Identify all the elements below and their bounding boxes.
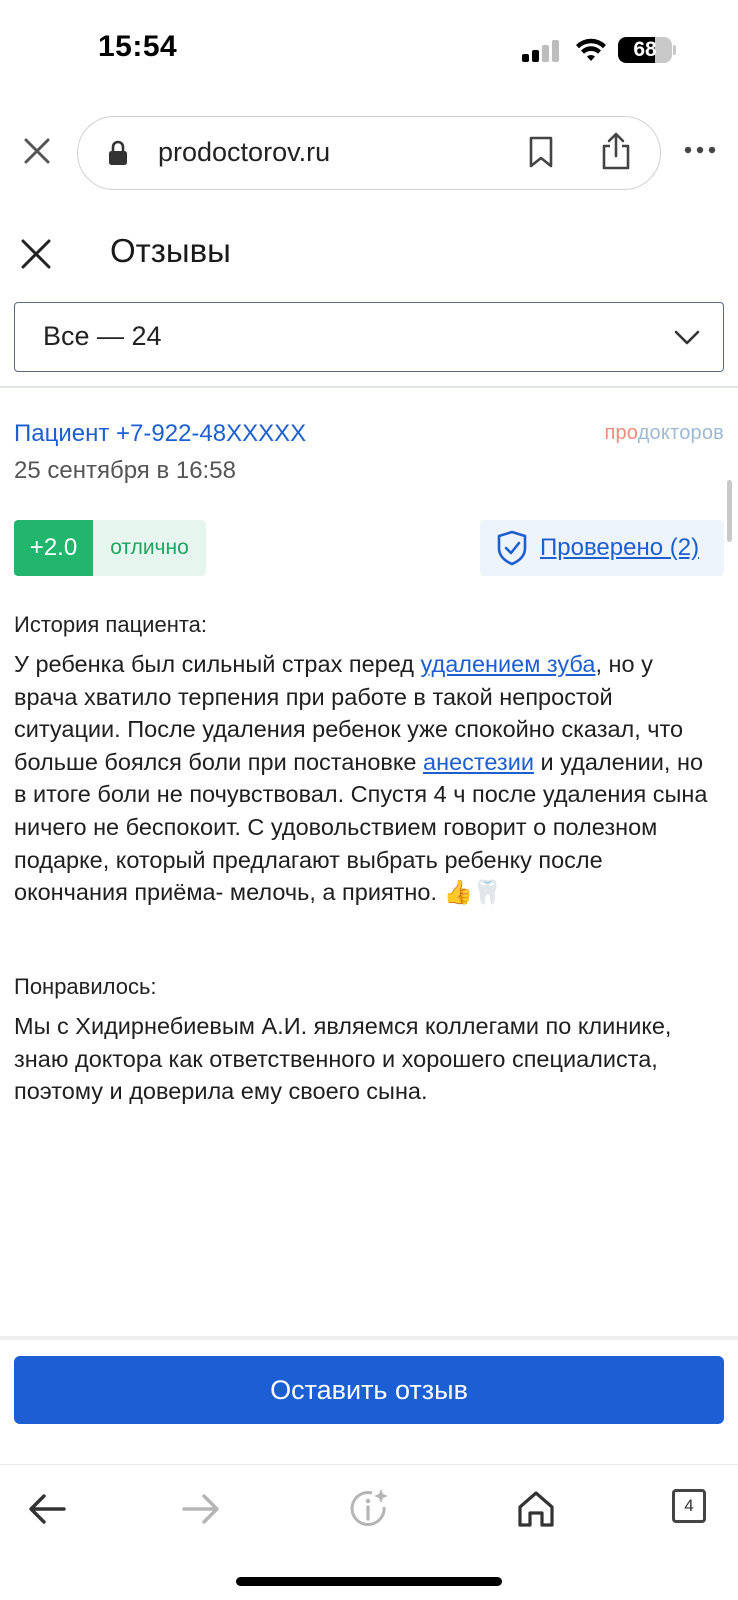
url-text[interactable]: prodoctorov.ru [158,137,330,168]
rating-badge: +2.0 отлично [14,520,206,576]
header-divider [0,386,738,388]
filter-selected-value: Все — 24 [43,321,162,351]
share-icon[interactable] [600,131,632,171]
leave-review-button[interactable]: Оставить отзыв [14,1356,724,1424]
review-date: 25 сентября в 16:58 [14,457,236,484]
more-options-icon[interactable] [683,140,717,160]
verified-badge[interactable]: Проверено (2) [480,520,724,576]
story-text: У ребенка был сильный страх перед удален… [14,651,708,906]
content-fade [0,1336,738,1340]
review-author[interactable]: Пациент +7-922-48XXXXX [14,420,306,448]
link-anesthesia[interactable]: анестезии [423,749,534,775]
link-tooth-removal[interactable]: удалением зуба [421,651,596,677]
battery-level: 68 [633,38,657,61]
home-indicator [236,1577,502,1586]
rating-label: отлично [93,520,206,576]
forward-arrow-icon[interactable] [178,1487,222,1531]
home-icon[interactable] [514,1487,558,1531]
verified-link[interactable]: Проверено (2) [540,534,699,562]
status-time: 15:54 [98,30,178,63]
bookmark-icon[interactable] [528,135,554,169]
chevron-down-icon [674,330,700,345]
cellular-signal-icon [522,40,562,62]
lock-icon [109,140,127,165]
close-icon[interactable] [20,238,52,270]
battery-tip [673,45,676,55]
rating-score: +2.0 [14,520,93,576]
brand-logo: продокторов [604,422,724,444]
shield-check-icon [497,530,527,566]
reviews-filter-select[interactable]: Все — 24 [14,302,724,372]
story-title: История пациента: [14,612,208,637]
scrollbar[interactable] [727,480,732,542]
tabs-count-button[interactable]: 4 [672,1489,706,1523]
page-title: Отзывы [110,232,231,269]
address-bar[interactable]: prodoctorov.ru [77,116,661,190]
close-browser-icon[interactable] [22,136,52,166]
liked-title: Понравилось: [14,974,157,999]
back-arrow-icon[interactable] [26,1487,70,1531]
battery-icon: 68 [618,37,672,63]
info-sparkle-icon[interactable] [348,1487,392,1531]
wifi-icon [576,38,606,61]
liked-text: Мы с Хидирнебиевым А.И. являемся коллега… [14,1013,672,1105]
